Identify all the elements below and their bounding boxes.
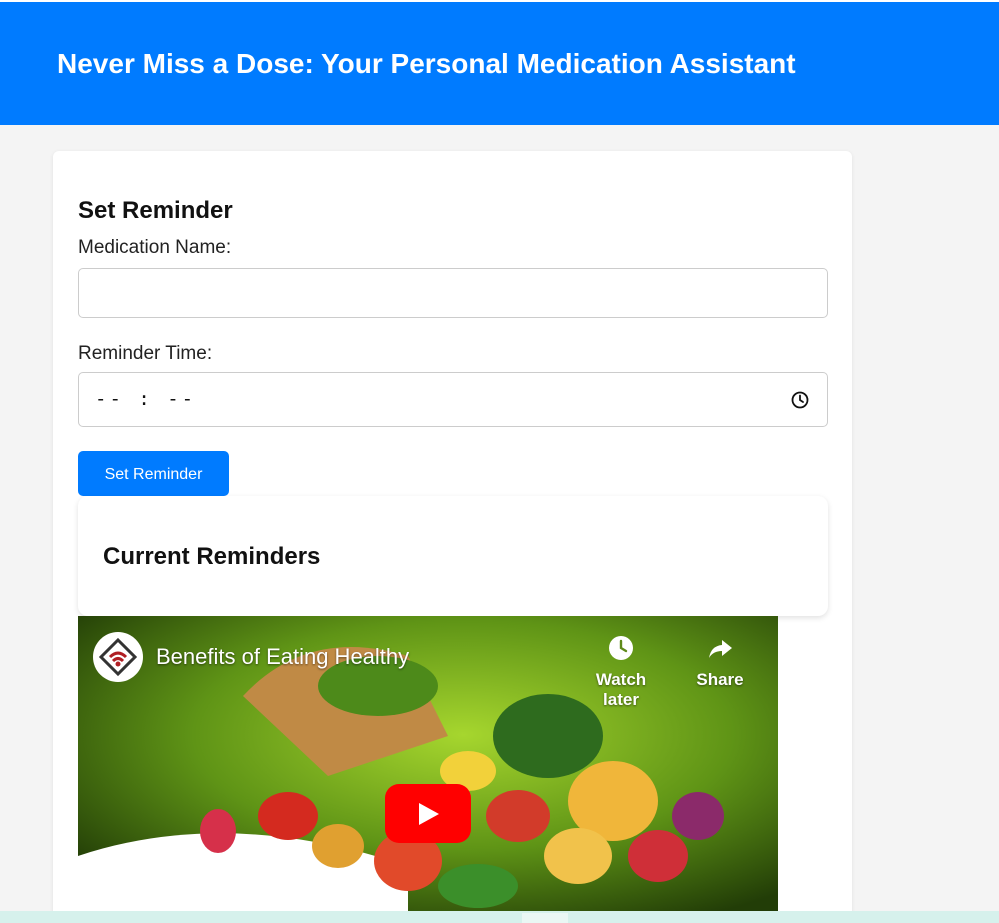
channel-logo[interactable] <box>93 632 143 682</box>
reminder-time-input[interactable]: -- : -- <box>78 372 828 427</box>
video-embed[interactable]: Benefits of Eating Healthy Watch later S… <box>78 616 778 913</box>
reminder-time-value: -- : -- <box>95 388 197 410</box>
share-arrow-icon <box>709 640 732 658</box>
reminder-card: Set Reminder Medication Name: Reminder T… <box>53 151 852 923</box>
bottom-bar <box>0 911 999 923</box>
play-button[interactable] <box>385 784 471 843</box>
clock-icon[interactable] <box>790 390 810 410</box>
play-icon <box>419 803 439 825</box>
share-label: Share <box>696 670 744 689</box>
set-reminder-button[interactable]: Set Reminder <box>78 451 229 496</box>
share-button[interactable]: Share <box>675 634 765 690</box>
form-heading: Set Reminder <box>78 197 233 224</box>
medication-name-input[interactable] <box>78 268 828 318</box>
channel-logo-icon <box>98 637 138 677</box>
video-title[interactable]: Benefits of Eating Healthy <box>156 644 409 670</box>
watch-later-button[interactable]: Watch later <box>576 634 666 710</box>
bottom-handle <box>522 913 568 923</box>
current-reminders-heading: Current Reminders <box>103 543 321 570</box>
medication-name-label: Medication Name: <box>78 237 232 258</box>
clock-icon <box>609 636 633 660</box>
current-reminders-panel: Current Reminders <box>78 496 828 616</box>
watch-later-label: Watch later <box>595 670 647 709</box>
page-title: Never Miss a Dose: Your Personal Medicat… <box>57 48 796 79</box>
page-header: Never Miss a Dose: Your Personal Medicat… <box>0 2 999 125</box>
reminder-time-label: Reminder Time: <box>78 343 213 364</box>
